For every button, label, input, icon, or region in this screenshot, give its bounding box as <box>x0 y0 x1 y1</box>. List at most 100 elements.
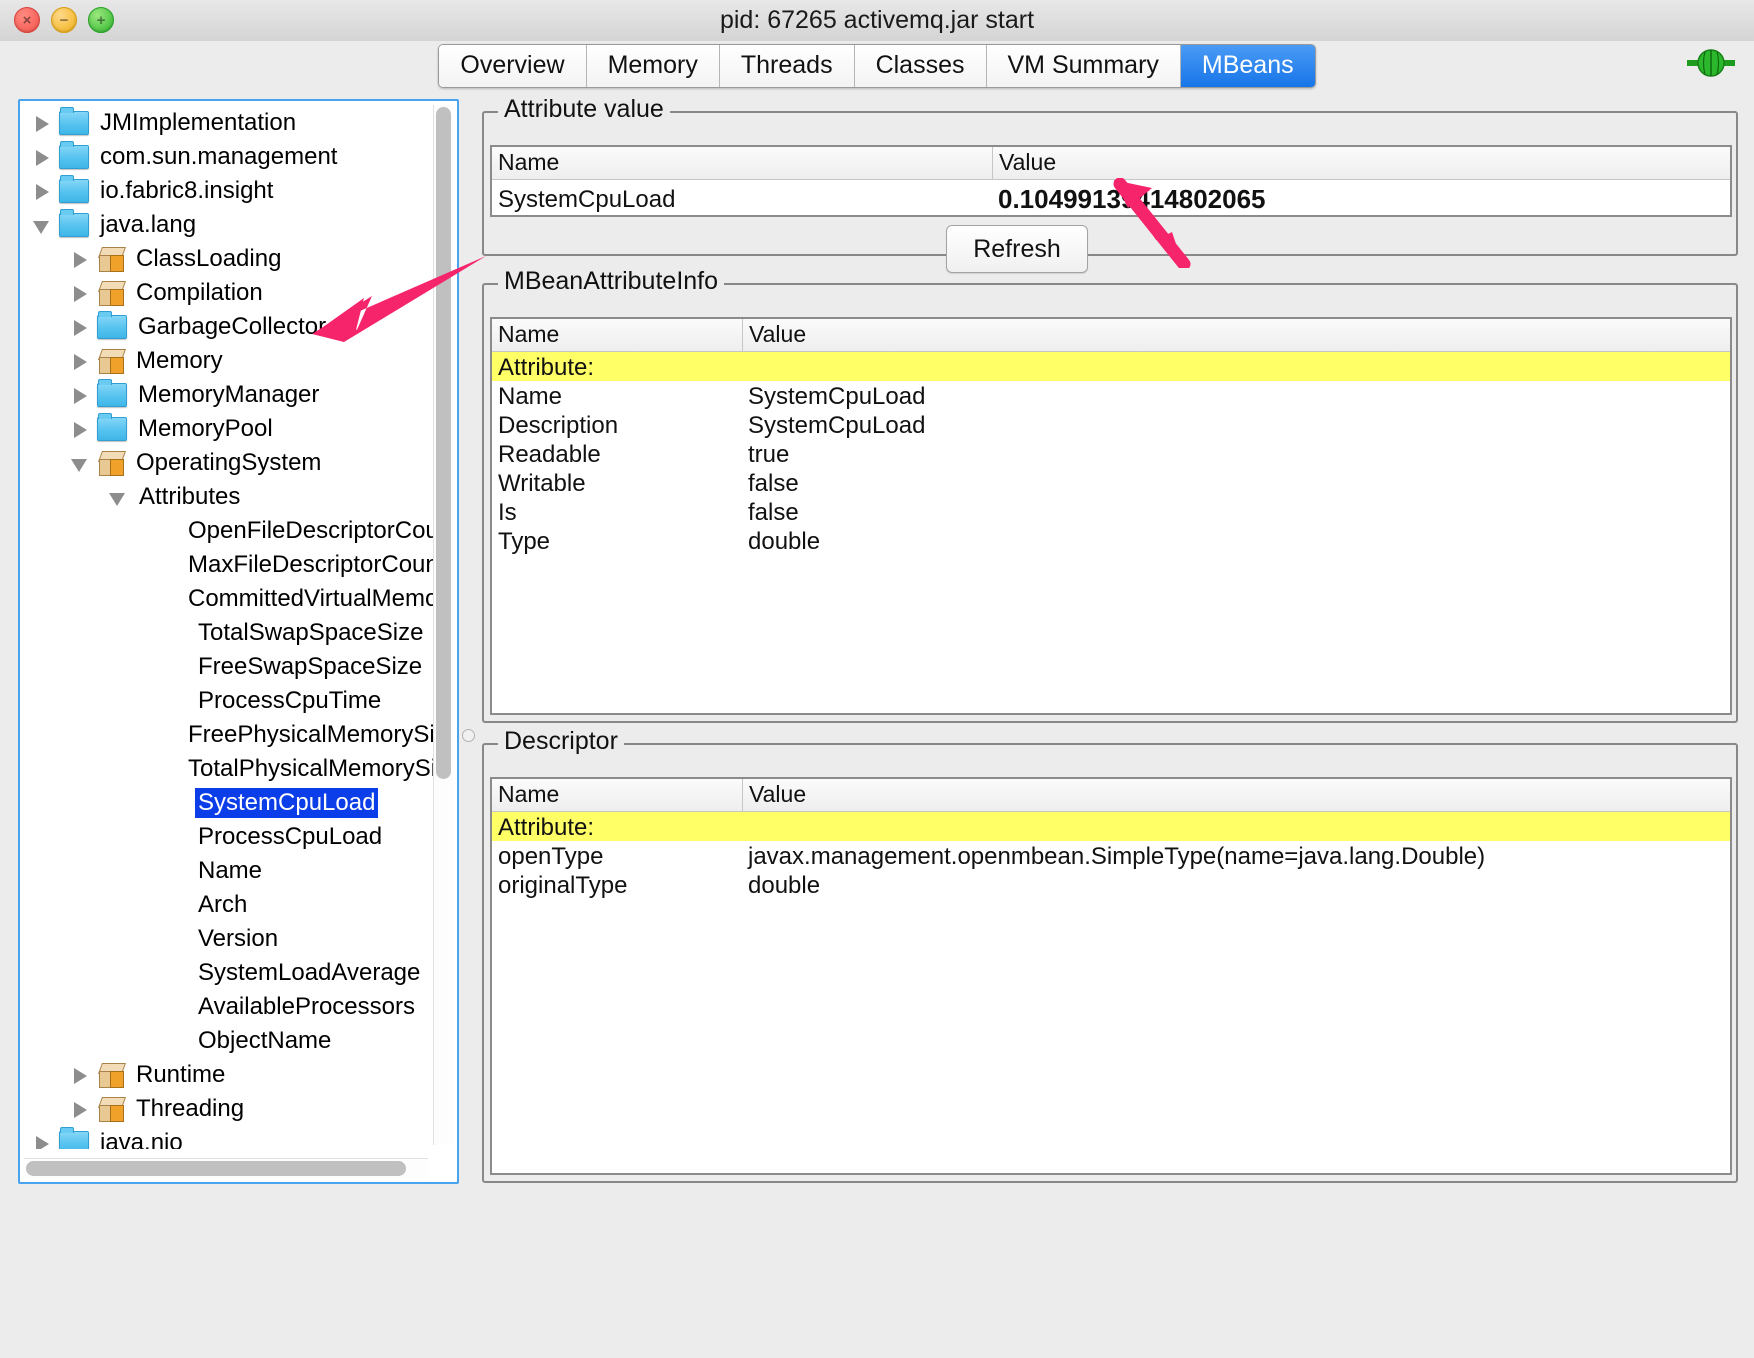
row-name-cell: Attribute: <box>498 813 595 841</box>
tree-node-objectname[interactable]: ObjectName <box>20 1024 434 1058</box>
tree-node-maxfiledescriptorcount[interactable]: MaxFileDescriptorCount <box>20 548 434 582</box>
tree-node-systemcpuload[interactable]: SystemCpuLoad <box>20 786 434 820</box>
column-header-name[interactable]: Name <box>492 779 742 811</box>
folder-icon <box>59 175 89 203</box>
tree-vertical-scrollbar[interactable] <box>433 105 453 1145</box>
table-row[interactable]: originalType double <box>492 870 1730 899</box>
table-row[interactable]: SystemCpuLoad 0.10499139414802065 <box>492 180 1730 215</box>
tree-node-java-nio[interactable]: java.nio <box>20 1126 434 1149</box>
tree-node-arch[interactable]: Arch <box>20 888 434 922</box>
tree-node-totalswapspacesize[interactable]: TotalSwapSpaceSize <box>20 616 434 650</box>
tab-classes[interactable]: Classes <box>854 45 987 88</box>
tab-threads[interactable]: Threads <box>719 45 855 88</box>
chevron-right-icon[interactable] <box>71 353 88 370</box>
tree-node-label: Compilation <box>136 279 263 306</box>
no-twisty-spacer <box>168 659 185 676</box>
table-row[interactable]: Attribute: <box>492 352 1730 381</box>
chevron-down-icon[interactable] <box>109 489 126 506</box>
tree-node-systemloadaverage[interactable]: SystemLoadAverage <box>20 956 434 990</box>
tree-node-openfiledescriptorcount[interactable]: OpenFileDescriptorCount <box>20 514 434 548</box>
chevron-right-icon[interactable] <box>71 251 88 268</box>
tree-horizontal-scroll-thumb[interactable] <box>26 1161 406 1176</box>
column-header-value[interactable]: Value <box>992 147 1727 179</box>
column-header-value[interactable]: Value <box>742 779 1727 811</box>
tree-node-label: Attributes <box>139 483 241 510</box>
tree-node-jmimplementation[interactable]: JMImplementation <box>20 106 434 140</box>
tree-node-memory[interactable]: Memory <box>20 344 434 378</box>
table-row[interactable]: Readable true <box>492 439 1730 468</box>
tree-node-threading[interactable]: Threading <box>20 1092 434 1126</box>
table-row[interactable]: Is false <box>492 497 1730 526</box>
table-row[interactable]: openType javax.management.openmbean.Simpl… <box>492 841 1730 870</box>
attribute-name-cell: SystemCpuLoad <box>498 186 676 213</box>
tree-node-availableprocessors[interactable]: AvailableProcessors <box>20 990 434 1024</box>
tree-vertical-scroll-thumb[interactable] <box>436 107 451 779</box>
table-row[interactable]: Attribute: <box>492 812 1730 841</box>
tab-memory[interactable]: Memory <box>586 45 720 88</box>
chevron-right-icon[interactable] <box>71 1067 88 1084</box>
row-value-cell <box>742 366 1727 368</box>
chevron-right-icon[interactable] <box>71 285 88 302</box>
tree-node-processcpuload[interactable]: ProcessCpuLoad <box>20 820 434 854</box>
chevron-right-icon[interactable] <box>33 183 50 200</box>
tab-overview[interactable]: Overview <box>439 45 587 88</box>
row-name-cell: Description <box>498 411 619 439</box>
column-header-name[interactable]: Name <box>492 147 992 179</box>
tree-node-committedvirtualmemorysize[interactable]: CommittedVirtualMemorySize <box>20 582 434 616</box>
chevron-right-icon[interactable] <box>33 149 50 166</box>
table-row[interactable]: Description SystemCpuLoad <box>492 410 1730 439</box>
tree-node-version[interactable]: Version <box>20 922 434 956</box>
tree-node-compilation[interactable]: Compilation <box>20 276 434 310</box>
tree-node-freephysicalmemorysize[interactable]: FreePhysicalMemorySize <box>20 718 434 752</box>
tree-node-label: ObjectName <box>198 1027 332 1054</box>
table-row[interactable]: Type double <box>492 526 1730 555</box>
mbean-tree[interactable]: JMImplementation com.sun.management io.fab… <box>20 101 434 1149</box>
tree-node-operatingsystem[interactable]: OperatingSystem <box>20 446 434 480</box>
table-row[interactable]: Writable false <box>492 468 1730 497</box>
mbean-attribute-info-legend: MBeanAttributeInfo <box>498 267 725 296</box>
chevron-right-icon[interactable] <box>71 387 88 404</box>
tab-vm-summary[interactable]: VM Summary <box>986 45 1181 88</box>
column-header-value[interactable]: Value <box>742 319 1727 351</box>
table-row[interactable]: Name SystemCpuLoad <box>492 381 1730 410</box>
chevron-right-icon[interactable] <box>33 1135 50 1149</box>
chevron-right-icon[interactable] <box>33 115 50 132</box>
tree-node-io-fabric8-insight[interactable]: io.fabric8.insight <box>20 174 434 208</box>
tree-node-com-sun-management[interactable]: com.sun.management <box>20 140 434 174</box>
attribute-value-table[interactable]: Name Value SystemCpuLoad 0.1049913941480… <box>490 145 1732 217</box>
chevron-down-icon[interactable] <box>71 455 88 472</box>
column-header-name[interactable]: Name <box>492 319 742 351</box>
chevron-down-icon[interactable] <box>33 217 50 234</box>
tree-node-attributes[interactable]: Attributes <box>20 480 434 514</box>
tree-node-java-lang[interactable]: java.lang <box>20 208 434 242</box>
mbean-tree-panel[interactable]: JMImplementation com.sun.management io.fab… <box>18 99 459 1184</box>
mbean-attribute-info-table[interactable]: Name Value Attribute: Name SystemCpuLoad De… <box>490 317 1732 715</box>
descriptor-table[interactable]: Name Value Attribute: openType javax.manag… <box>490 777 1732 1175</box>
tree-node-garbagecollector[interactable]: GarbageCollector <box>20 310 434 344</box>
tree-node-totalphysicalmemorysize[interactable]: TotalPhysicalMemorySize <box>20 752 434 786</box>
refresh-button[interactable]: Refresh <box>946 225 1088 273</box>
tree-node-memorypool[interactable]: MemoryPool <box>20 412 434 446</box>
descriptor-table-body: Attribute: openType javax.management.openm… <box>492 812 1730 899</box>
tree-horizontal-scrollbar[interactable] <box>24 1158 428 1178</box>
mbean-cube-icon <box>97 349 127 374</box>
maximize-button[interactable]: + <box>88 7 114 33</box>
tree-node-classloading[interactable]: ClassLoading <box>20 242 434 276</box>
tree-node-freeswapspacesize[interactable]: FreeSwapSpaceSize <box>20 650 434 684</box>
descriptor-legend: Descriptor <box>498 727 624 756</box>
chevron-right-icon[interactable] <box>71 421 88 438</box>
panel-splitter-handle[interactable] <box>462 729 475 742</box>
no-twisty-spacer <box>168 591 185 608</box>
chevron-right-icon[interactable] <box>71 1101 88 1118</box>
tree-node-runtime[interactable]: Runtime <box>20 1058 434 1092</box>
chevron-right-icon[interactable] <box>71 319 88 336</box>
tree-node-processcputime[interactable]: ProcessCpuTime <box>20 684 434 718</box>
close-button[interactable]: × <box>14 7 40 33</box>
folder-icon <box>59 141 89 169</box>
row-value-cell: javax.management.openmbean.SimpleType(na… <box>748 842 1486 870</box>
no-twisty-spacer <box>168 727 185 744</box>
tree-node-name[interactable]: Name <box>20 854 434 888</box>
minimize-button[interactable]: − <box>51 7 77 33</box>
tree-node-memorymanager[interactable]: MemoryManager <box>20 378 434 412</box>
tab-mbeans[interactable]: MBeans <box>1180 45 1315 88</box>
